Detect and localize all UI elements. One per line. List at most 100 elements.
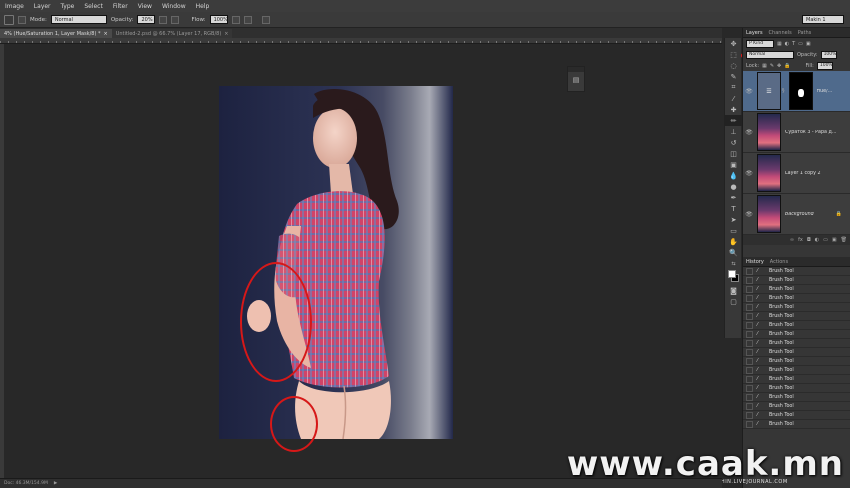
- filter-adjust-icon[interactable]: ◐: [785, 41, 789, 47]
- brush-tool-icon[interactable]: ✏: [725, 115, 742, 126]
- flow-dropdown-icon[interactable]: [231, 15, 240, 24]
- lock-paint-icon[interactable]: ✎: [770, 63, 774, 69]
- type-tool-icon[interactable]: T: [725, 203, 742, 214]
- tab-layers[interactable]: Layers: [746, 30, 763, 36]
- menu-type[interactable]: Type: [56, 3, 80, 10]
- filter-pixel-icon[interactable]: ▦: [777, 41, 782, 47]
- history-item[interactable]: ⁄ Brush Tool: [743, 402, 850, 411]
- menu-filter[interactable]: Filter: [108, 3, 133, 10]
- visibility-eye-icon[interactable]: 👁: [743, 211, 755, 218]
- layer-opacity-input[interactable]: 100%: [820, 50, 837, 59]
- history-checkbox[interactable]: [746, 285, 753, 293]
- history-item[interactable]: ⁄ Brush Tool: [743, 285, 850, 294]
- layer-row-layer-1-copy-2[interactable]: 👁 Layer 1 copy 2: [743, 153, 850, 194]
- dodge-tool-icon[interactable]: ●: [725, 181, 742, 192]
- history-checkbox[interactable]: [746, 321, 753, 329]
- menu-window[interactable]: Window: [157, 3, 191, 10]
- add-mask-icon[interactable]: ◘: [807, 237, 811, 243]
- move-tool-icon[interactable]: ✥: [725, 38, 742, 49]
- history-item[interactable]: ⁄ Brush Tool: [743, 411, 850, 420]
- history-checkbox[interactable]: [746, 366, 753, 374]
- tab-channels[interactable]: Channels: [769, 30, 792, 36]
- blend-mode-select[interactable]: Normal: [746, 50, 794, 59]
- history-checkbox[interactable]: [746, 393, 753, 401]
- fx-icon[interactable]: fx: [798, 237, 803, 243]
- close-icon[interactable]: ×: [224, 31, 228, 37]
- layer-row-curves[interactable]: 👁 Сураток 3 - Рара д...: [743, 112, 850, 153]
- hand-tool-icon[interactable]: ✋: [725, 236, 742, 247]
- history-checkbox[interactable]: [746, 402, 753, 410]
- crop-tool-icon[interactable]: ⌗: [725, 82, 742, 93]
- marquee-tool-icon[interactable]: ⬚: [725, 49, 742, 60]
- layer-row-background[interactable]: 👁 Background 🔒: [743, 194, 850, 235]
- tab-document-2[interactable]: Untitled-2.psd @ 66.7% (Layer 17, RGB/8)…: [111, 29, 233, 38]
- history-checkbox[interactable]: [746, 384, 753, 392]
- shape-tool-icon[interactable]: ▭: [725, 225, 742, 236]
- zoom-tool-icon[interactable]: 🔍: [725, 247, 742, 258]
- brush-preset-icon[interactable]: [4, 14, 14, 25]
- menu-image[interactable]: Image: [0, 3, 29, 10]
- blur-tool-icon[interactable]: 💧: [725, 170, 742, 181]
- tab-paths[interactable]: Paths: [798, 30, 812, 36]
- visibility-eye-icon[interactable]: 👁: [743, 88, 755, 95]
- layer-mask-thumbnail[interactable]: [788, 72, 813, 110]
- flow-input[interactable]: 100%: [209, 15, 228, 24]
- close-icon[interactable]: ×: [104, 31, 108, 37]
- screen-mode-icon[interactable]: ▢: [725, 296, 742, 307]
- history-checkbox[interactable]: [746, 330, 753, 338]
- pressure-opacity-icon[interactable]: [171, 15, 180, 24]
- history-item[interactable]: ⁄ Brush Tool: [743, 357, 850, 366]
- history-item[interactable]: ⁄ Brush Tool: [743, 339, 850, 348]
- collapsed-panel[interactable]: ▤: [567, 66, 585, 92]
- quick-select-tool-icon[interactable]: ✎: [725, 71, 742, 82]
- history-item[interactable]: ⁄ Brush Tool: [743, 393, 850, 402]
- menu-select[interactable]: Select: [79, 3, 108, 10]
- adjustment-layer-icon[interactable]: ◐: [815, 237, 819, 243]
- eyedropper-tool-icon[interactable]: ⁄: [725, 93, 742, 104]
- airbrush-icon[interactable]: [243, 15, 252, 24]
- history-item[interactable]: ⁄ Brush Tool: [743, 312, 850, 321]
- history-checkbox[interactable]: [746, 375, 753, 383]
- tab-actions[interactable]: Actions: [770, 259, 788, 265]
- workspace-select[interactable]: Makin 1: [802, 15, 844, 24]
- gradient-tool-icon[interactable]: ▣: [725, 159, 742, 170]
- collapsed-panel-header[interactable]: [568, 67, 584, 72]
- menu-help[interactable]: Help: [191, 3, 215, 10]
- lock-pixels-icon[interactable]: ▦: [762, 63, 767, 69]
- clone-stamp-tool-icon[interactable]: ⊥: [725, 126, 742, 137]
- lock-position-icon[interactable]: ✥: [777, 63, 781, 69]
- history-checkbox[interactable]: [746, 348, 753, 356]
- visibility-eye-icon[interactable]: 👁: [743, 170, 755, 177]
- layer-fill-input[interactable]: 100%: [816, 61, 833, 70]
- quick-mask-icon[interactable]: ◙: [725, 285, 742, 296]
- history-checkbox[interactable]: [746, 357, 753, 365]
- opacity-dropdown-icon[interactable]: [159, 15, 168, 24]
- group-icon[interactable]: ▭: [823, 237, 828, 243]
- filter-smart-icon[interactable]: ▣: [806, 41, 811, 47]
- layer-row-hue-saturation[interactable]: 👁 ☰ § Hue/...: [743, 71, 850, 112]
- history-item[interactable]: ⁄ Brush Tool: [743, 420, 850, 429]
- link-layers-icon[interactable]: ∞: [790, 237, 794, 243]
- history-item[interactable]: ⁄ Brush Tool: [743, 384, 850, 393]
- history-checkbox[interactable]: [746, 294, 753, 302]
- path-select-tool-icon[interactable]: ➤: [725, 214, 742, 225]
- history-checkbox[interactable]: [746, 267, 753, 275]
- filter-type-icon[interactable]: T: [792, 41, 795, 47]
- history-item[interactable]: ⁄ Brush Tool: [743, 321, 850, 330]
- mask-link-icon[interactable]: §: [782, 88, 785, 94]
- healing-tool-icon[interactable]: ✚: [725, 104, 742, 115]
- trash-icon[interactable]: 🗑: [841, 237, 847, 243]
- history-item[interactable]: ⁄ Brush Tool: [743, 267, 850, 276]
- status-arrow-icon[interactable]: ▶: [54, 481, 57, 486]
- filter-shape-icon[interactable]: ▭: [798, 41, 803, 47]
- menu-layer[interactable]: Layer: [29, 3, 56, 10]
- menu-view[interactable]: View: [133, 3, 157, 10]
- history-item[interactable]: ⁄ Brush Tool: [743, 375, 850, 384]
- history-checkbox[interactable]: [746, 339, 753, 347]
- lock-all-icon[interactable]: 🔒: [784, 63, 790, 69]
- pen-tool-icon[interactable]: ✒: [725, 192, 742, 203]
- new-layer-icon[interactable]: ▣: [832, 237, 837, 243]
- eraser-tool-icon[interactable]: ◫: [725, 148, 742, 159]
- pressure-size-icon[interactable]: [261, 15, 270, 24]
- history-checkbox[interactable]: [746, 420, 753, 428]
